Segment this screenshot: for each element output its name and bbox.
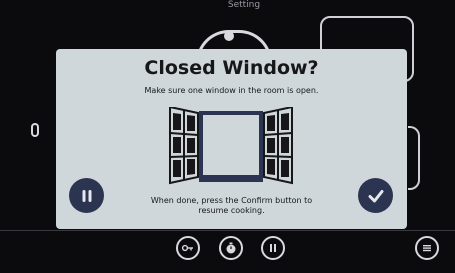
closed-window-dialog: Closed Window? Make sure one window in t…	[56, 49, 407, 229]
dialog-title: Closed Window?	[144, 57, 319, 79]
top-label: Setting	[227, 0, 261, 10]
pause-button[interactable]	[69, 178, 104, 213]
pause-icon	[270, 244, 276, 252]
key-icon	[181, 244, 193, 252]
menu-button[interactable]	[415, 236, 439, 260]
background-card-edge	[408, 126, 420, 190]
background-lock-icon	[31, 123, 39, 137]
pause-toolbar-button[interactable]	[261, 236, 285, 260]
menu-icon	[423, 245, 431, 252]
key-button[interactable]	[176, 236, 200, 260]
timer-icon	[226, 242, 236, 254]
timer-button[interactable]	[219, 236, 243, 260]
background-dial-dot	[224, 31, 234, 41]
checkmark-icon	[368, 189, 383, 202]
cooktop-screen: Setting Closed Window? Make sure one win…	[0, 0, 455, 273]
toolbar-divider	[0, 230, 455, 231]
dialog-instruction: When done, press the Confirm button to r…	[150, 196, 313, 215]
confirm-button[interactable]	[358, 178, 393, 213]
open-window-illustration	[169, 107, 293, 185]
pause-icon	[82, 189, 91, 202]
dialog-subtitle: Make sure one window in the room is open…	[144, 86, 319, 95]
